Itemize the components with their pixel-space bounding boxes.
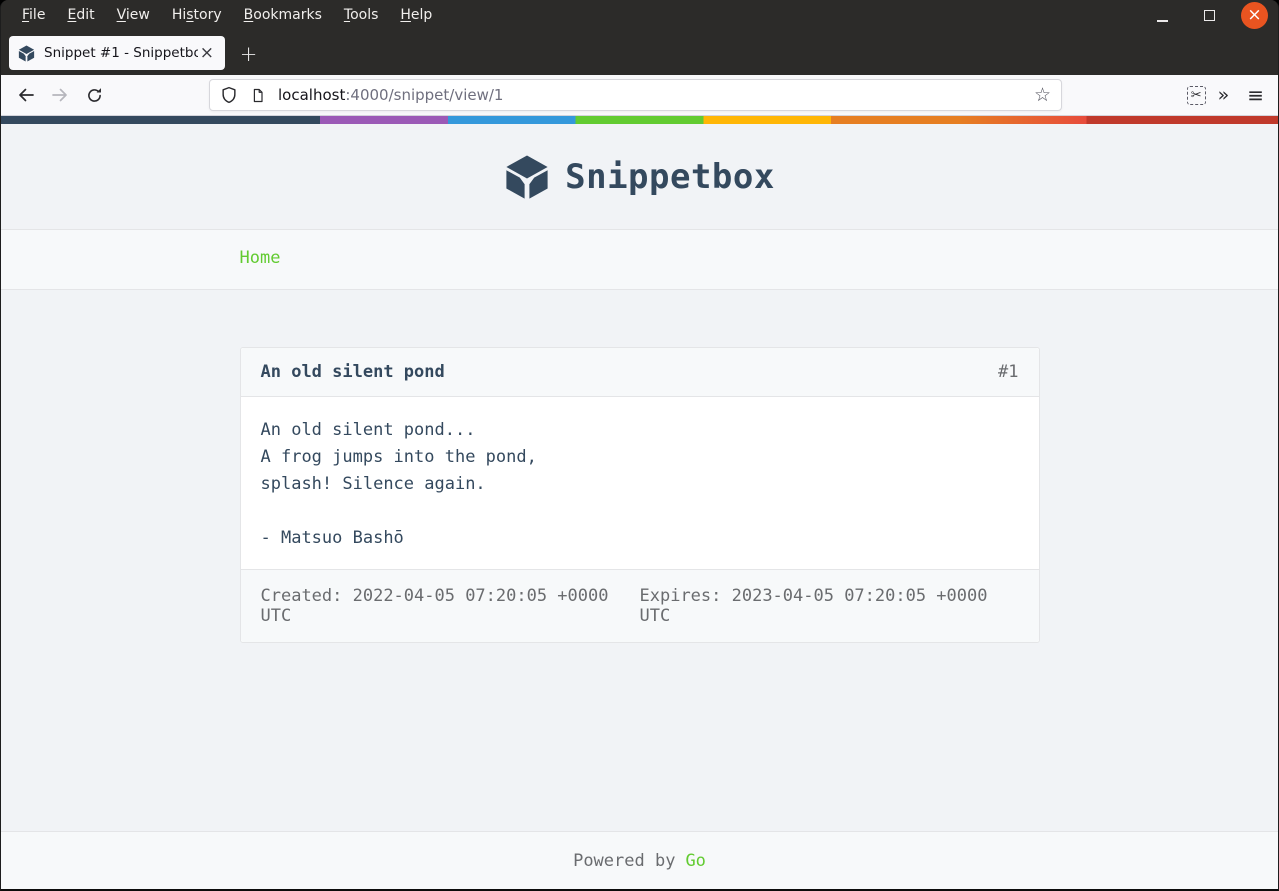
plus-icon: + bbox=[239, 41, 258, 66]
shield-icon[interactable] bbox=[220, 86, 238, 104]
url-host: localhost bbox=[278, 86, 346, 104]
snippet-content: An old silent pond... A frog jumps into … bbox=[240, 396, 1039, 570]
snippetbox-cube-icon bbox=[504, 154, 550, 200]
tab-favicon-cube-icon bbox=[18, 45, 35, 62]
nav-link-home[interactable]: Home bbox=[240, 248, 281, 268]
menu-view[interactable]: View bbox=[106, 0, 161, 31]
maximize-button[interactable] bbox=[1194, 0, 1225, 31]
footer-go-link[interactable]: Go bbox=[685, 851, 705, 871]
menu-file[interactable]: File bbox=[11, 0, 56, 31]
close-window-button[interactable]: × bbox=[1241, 2, 1268, 29]
tab-bar: Snippet #1 - Snippetbox × + bbox=[1, 31, 1278, 75]
menu-history[interactable]: History bbox=[161, 0, 233, 31]
menu-help[interactable]: Help bbox=[389, 0, 443, 31]
close-icon: × bbox=[1247, 5, 1262, 25]
navigation-toolbar: localhost:4000/snippet/view/1 ☆ ✂ » ≡ bbox=[1, 75, 1278, 116]
menubar: File Edit View History Bookmarks Tools H… bbox=[1, 0, 1278, 31]
page-info-icon[interactable] bbox=[250, 87, 266, 104]
maximize-icon bbox=[1204, 10, 1215, 21]
forward-arrow-icon bbox=[52, 88, 67, 102]
scissors-icon: ✂ bbox=[1190, 87, 1202, 103]
double-chevron-icon: » bbox=[1217, 84, 1230, 106]
close-icon: × bbox=[199, 42, 214, 63]
site-footer: Powered by Go bbox=[1, 831, 1278, 889]
footer-text: Powered by bbox=[573, 850, 676, 871]
new-tab-button[interactable]: + bbox=[235, 40, 262, 67]
site-header: Snippetbox bbox=[1, 116, 1278, 230]
reload-icon bbox=[87, 87, 101, 102]
url-text[interactable]: localhost:4000/snippet/view/1 bbox=[278, 86, 503, 104]
url-bar[interactable]: localhost:4000/snippet/view/1 ☆ bbox=[209, 79, 1062, 111]
reload-button[interactable] bbox=[77, 79, 111, 111]
site-logo-link[interactable]: Snippetbox bbox=[504, 154, 775, 200]
back-button[interactable] bbox=[9, 79, 43, 111]
screenshot-button[interactable]: ✂ bbox=[1186, 85, 1206, 105]
browser-window: File Edit View History Bookmarks Tools H… bbox=[0, 0, 1279, 891]
site-title: Snippetbox bbox=[565, 156, 775, 197]
minimize-icon bbox=[1157, 20, 1168, 22]
snippet-created-time: Created: 2022-04-05 07:20:05 +0000 UTC bbox=[260, 586, 609, 626]
snippet-card-header: An old silent pond #1 bbox=[240, 348, 1039, 396]
site-nav: Home bbox=[1, 230, 1278, 290]
url-path: :4000/snippet/view/1 bbox=[345, 86, 504, 104]
main-content: An old silent pond #1 An old silent pond… bbox=[1, 290, 1278, 831]
minimize-button[interactable] bbox=[1147, 0, 1178, 31]
snippet-card-footer: Created: 2022-04-05 07:20:05 +0000 UTC E… bbox=[240, 570, 1039, 642]
app-menu-button[interactable]: ≡ bbox=[1241, 83, 1270, 107]
star-icon: ☆ bbox=[1033, 83, 1051, 106]
tab-snippet[interactable]: Snippet #1 - Snippetbox × bbox=[9, 36, 225, 70]
forward-button[interactable] bbox=[43, 79, 77, 111]
tab-close-button[interactable]: × bbox=[198, 42, 216, 63]
toolbar-right-icons: ✂ » ≡ bbox=[1186, 83, 1270, 107]
snippet-id-badge: #1 bbox=[998, 362, 1019, 382]
snippet-expires-time: Expires: 2023-04-05 07:20:05 +0000 UTC bbox=[639, 586, 988, 626]
hamburger-icon: ≡ bbox=[1247, 83, 1264, 107]
menu-tools[interactable]: Tools bbox=[333, 0, 390, 31]
tab-title: Snippet #1 - Snippetbox bbox=[44, 45, 198, 61]
bookmark-star-button[interactable]: ☆ bbox=[1033, 83, 1051, 106]
window-controls: × bbox=[1147, 0, 1268, 31]
overflow-button[interactable]: » bbox=[1212, 84, 1236, 106]
snippet-card: An old silent pond #1 An old silent pond… bbox=[239, 347, 1040, 643]
snippet-title: An old silent pond bbox=[260, 362, 445, 382]
menu-bookmarks[interactable]: Bookmarks bbox=[233, 0, 333, 31]
menu-edit[interactable]: Edit bbox=[56, 0, 105, 31]
back-arrow-icon bbox=[19, 88, 34, 102]
page-viewport: Snippetbox Home An old silent pond #1 An… bbox=[1, 116, 1278, 889]
